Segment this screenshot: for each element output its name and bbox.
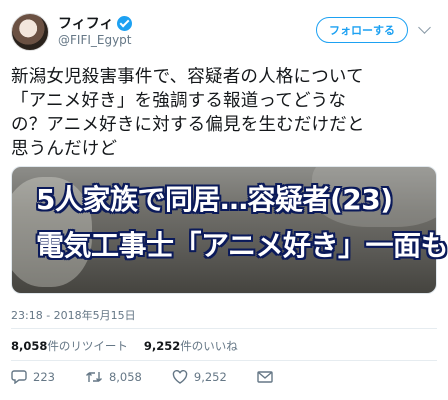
image-caption-line1: 5人家族で同居…容疑者(23) <box>36 183 393 216</box>
user-handle[interactable]: @FIFI_Egypt <box>58 33 132 47</box>
retweet-action-count: 8,058 <box>108 370 142 384</box>
verified-badge-icon <box>117 15 133 31</box>
message-button[interactable] <box>257 371 279 383</box>
tweet-timestamp[interactable]: 23:18 - 2018年5月15日 <box>11 307 136 323</box>
retweet-button[interactable]: 8,058 <box>85 370 142 384</box>
chevron-down-icon[interactable] <box>418 21 431 34</box>
name-row: フィフィ <box>58 13 133 33</box>
action-bar: 223 8,058 9,252 <box>11 370 309 384</box>
engagement-stats: 8,058件のリツイート 9,252件のいいね <box>11 338 238 354</box>
envelope-icon <box>257 371 273 383</box>
display-name[interactable]: フィフィ <box>58 13 113 33</box>
divider <box>11 328 437 329</box>
heart-icon <box>172 370 188 384</box>
like-label: 件のいいね <box>180 339 238 353</box>
divider <box>11 360 437 361</box>
reply-count: 223 <box>33 370 55 384</box>
reply-button[interactable]: 223 <box>11 370 55 384</box>
like-count: 9,252 <box>143 339 181 353</box>
like-action-count: 9,252 <box>193 370 227 384</box>
tweet-header: フィフィ @FIFI_Egypt フォローする <box>0 0 448 60</box>
retweet-icon <box>85 372 102 382</box>
avatar[interactable] <box>11 13 49 51</box>
retweet-count: 8,058 <box>11 339 48 353</box>
like-stat[interactable]: 9,252件のいいね <box>144 338 238 354</box>
retweet-label: 件のリツイート <box>47 339 128 353</box>
like-button[interactable]: 9,252 <box>172 370 227 384</box>
reply-icon <box>11 370 27 384</box>
tweet-text: 新潟女児殺害事件で、容疑者の人格について 「アニメ好き」を強調する報道ってどうな… <box>11 67 365 159</box>
follow-button[interactable]: フォローする <box>316 17 408 43</box>
retweet-stat[interactable]: 8,058件のリツイート <box>11 338 128 354</box>
image-caption-line2: 電気工事士「アニメ好き」一面も <box>36 229 448 262</box>
